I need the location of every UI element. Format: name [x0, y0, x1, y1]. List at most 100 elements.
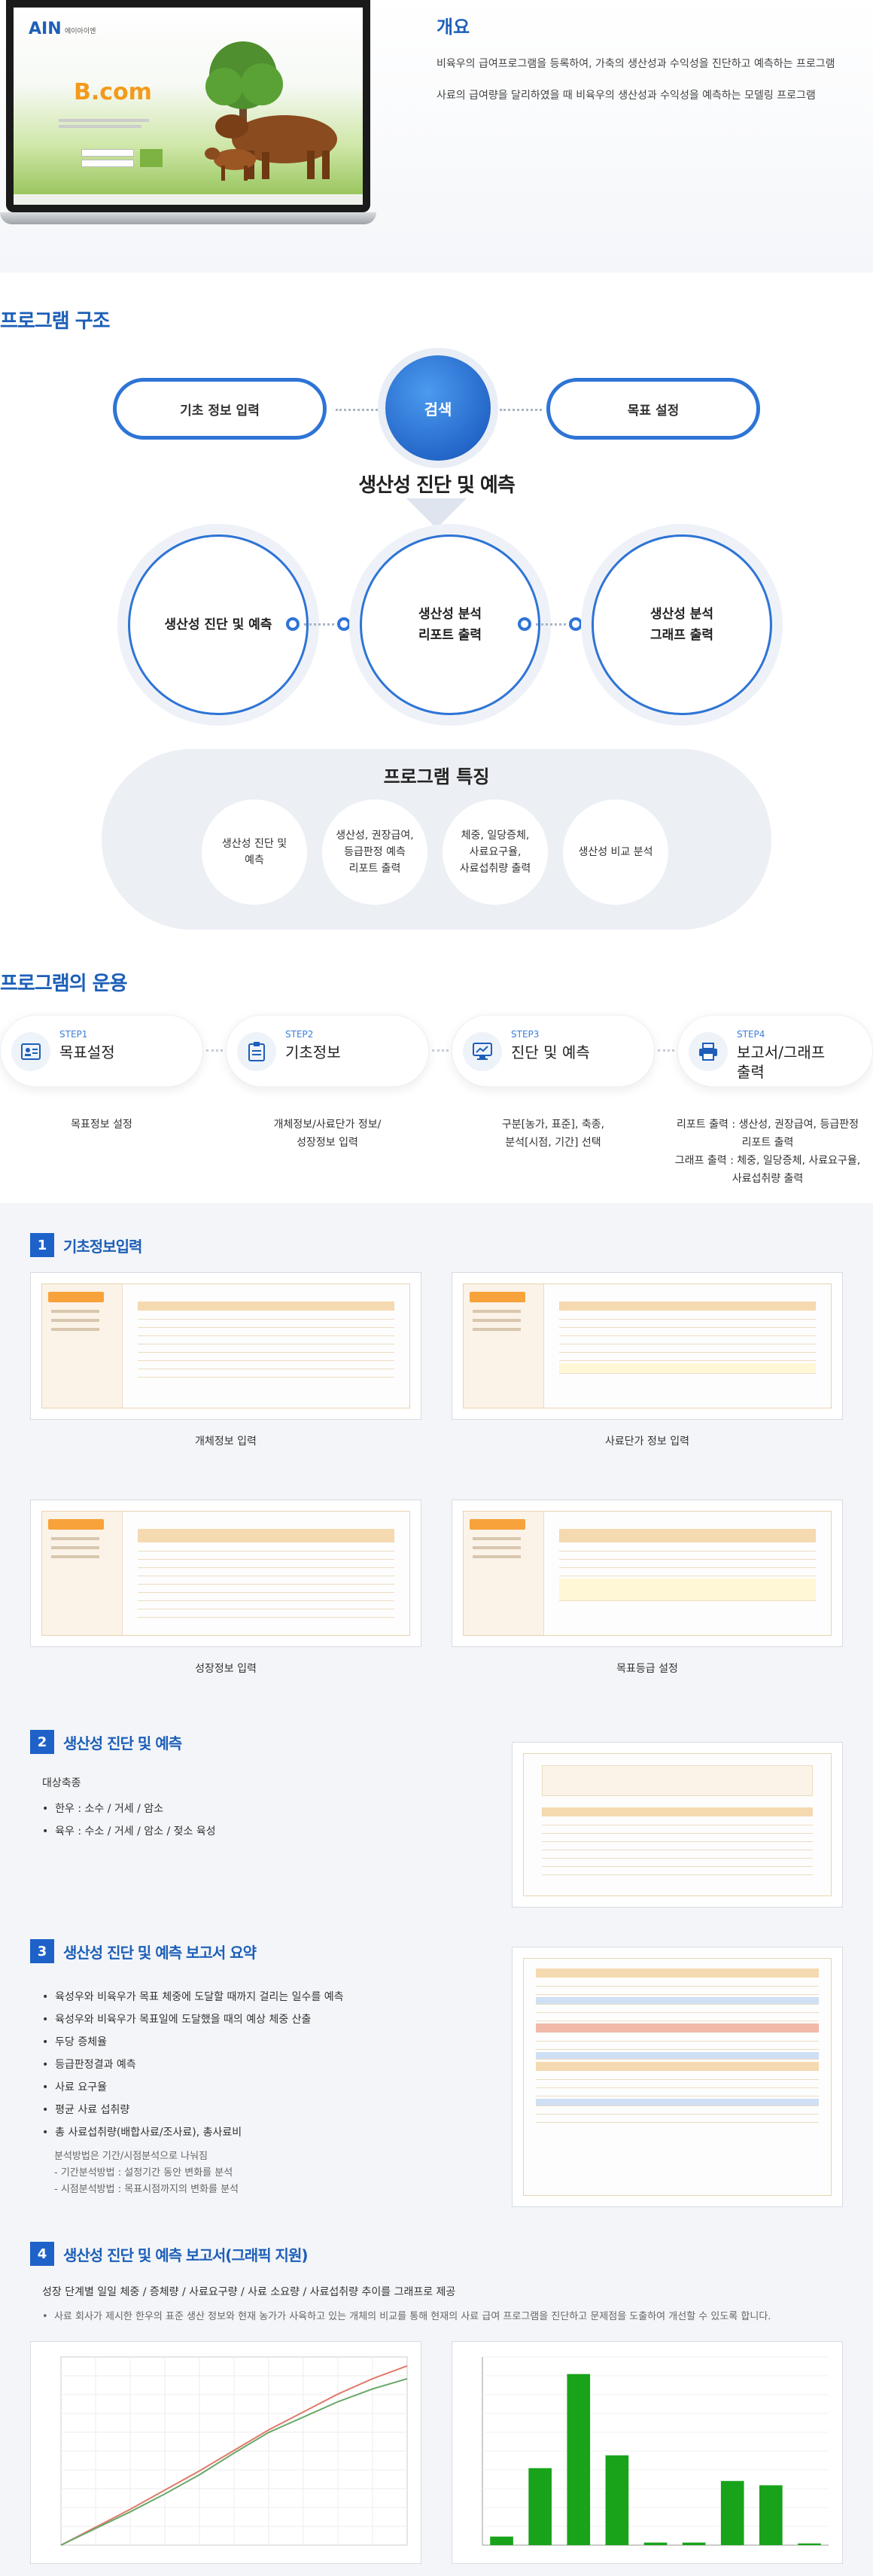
step-connector-dots: [432, 1049, 449, 1052]
summary-item: • 등급판정결과 예측: [42, 2059, 136, 2071]
mini-sidebar: [42, 1284, 123, 1408]
summary-text: 두당 증체율: [55, 2036, 108, 2048]
species-item-1: • 한우 : 소수 / 거세 / 암소: [42, 1803, 164, 1815]
mini-rows: [558, 1301, 817, 1376]
mini-rows: [558, 1528, 817, 1603]
mini-rows: [542, 1807, 813, 1877]
summary-text: 평균 사료 섭취량: [55, 2104, 130, 2116]
mini-sidebar: [464, 1284, 545, 1408]
bar: [643, 2542, 668, 2545]
screen-login-button: [140, 149, 163, 167]
bar-chart: [482, 2356, 829, 2546]
laptop-base: [0, 212, 376, 224]
summary-item: • 두당 증체율: [42, 2036, 108, 2048]
search-circle: 검색: [385, 355, 491, 461]
overview-title: 개요: [436, 17, 470, 38]
step-1-number: STEP1: [59, 1029, 88, 1040]
graph-subtitle: 성장 단계별 일일 체중 / 증체량 / 사료요구량 / 사료 소요량 / 사료…: [42, 2286, 456, 2298]
id-card-icon: [11, 1032, 50, 1071]
mini-report-window: [523, 1958, 832, 2196]
summary-text: 총 사료섭취량(배합사료/조사료), 총사료비: [55, 2127, 242, 2139]
step-2-box: STEP2 기초정보: [226, 1015, 429, 1087]
report-output-circle: 생산성 분석 리포트 출력: [360, 534, 540, 715]
step-3-box: STEP3 진단 및 예측: [452, 1015, 655, 1087]
section-1-number: 1: [30, 1233, 54, 1257]
line-chart-panel: [30, 2341, 421, 2564]
mini-table-window: [41, 1511, 410, 1636]
diagnosis-circle: 생산성 진단 및 예측: [128, 534, 309, 715]
screen-footer: [14, 194, 363, 205]
feature-circle-1: 생산성 진단 및 예측: [202, 799, 307, 905]
species-text-2: 육우 : 수소 / 거세 / 암소 / 젖소 육성: [55, 1825, 216, 1838]
basic-info-pill: 기초 정보 입력: [113, 378, 327, 440]
section-2-header: 2 생산성 진단 및 예측: [30, 1730, 182, 1754]
step-3-name: 진단 및 예측: [511, 1043, 590, 1061]
mini-sidebar: [464, 1512, 545, 1635]
step-2-description: 개체정보/사료단가 정보/ 성장정보 입력: [273, 1119, 382, 1149]
overview-paragraph-1: 비육우의 급여프로그램을 등록하여, 가축의 생산성과 수익성을 진단하고 예측…: [436, 58, 835, 70]
printer-icon: [689, 1032, 728, 1071]
summary-item: • 육성우와 비육우가 목표일에 도달했을 때의 예상 체중 산출: [42, 2014, 312, 2026]
mini-rows: [137, 1528, 395, 1620]
step-2-number: STEP2: [285, 1029, 314, 1040]
screen-brand: B.com: [74, 79, 152, 105]
detail-section: 1 기초정보입력 개체정보 입력 사료단가 정보 입력 성장정보 입력 목표등급…: [0, 1203, 873, 2576]
target-species-label: 대상축종: [42, 1777, 81, 1789]
goal-grade-screenshot: [452, 1500, 843, 1647]
section-3-title: 생산성 진단 및 예측 보고서 요약: [63, 1943, 257, 1962]
mini-search-window: [523, 1753, 832, 1896]
feature-circle-3: 체중, 일당증체, 사료요구율, 사료섭취량 출력: [443, 799, 548, 905]
caption-growth-info: 성장정보 입력: [195, 1663, 257, 1675]
calf-illustration: [205, 148, 256, 181]
species-item-2: • 육우 : 수소 / 거세 / 암소 / 젖소 육성: [42, 1825, 216, 1838]
production-title: 생산성 진단 및 예측: [358, 474, 516, 497]
section-3-header: 3 생산성 진단 및 예측 보고서 요약: [30, 1939, 257, 1963]
overview-paragraph-2: 사료의 급여량을 달리하였을 때 비육우의 생산성과 수익성을 예측하는 모델링…: [436, 90, 816, 102]
program-structure-section: 프로그램 구조 기초 정보 입력 검색 목표 설정 생산성 진단 및 예측 생산…: [0, 273, 873, 958]
report-summary-list: • 육성우와 비육우가 목표 체중에 도달할 때까지 걸리는 일수를 예측 • …: [42, 1986, 494, 2198]
login-screen-preview: AIN 에이아이엔 B.com: [14, 8, 363, 205]
connector-dot: [337, 617, 351, 631]
summary-text: 사료 요구율: [55, 2081, 108, 2093]
species-text-1: 한우 : 소수 / 거세 / 암소: [55, 1803, 164, 1815]
feed-price-screenshot: [452, 1272, 843, 1420]
report-summary-screenshot: [512, 1947, 843, 2207]
section-3-number: 3: [30, 1939, 54, 1963]
overview-section: AIN 에이아이엔 B.com 개요 비육우의 급여프로그램을 등록하여, 가축…: [0, 0, 873, 273]
mini-rows: [536, 1968, 819, 2125]
bar: [759, 2485, 783, 2545]
screen-text-line: [59, 119, 149, 122]
structure-heading: 프로그램 구조: [0, 310, 111, 333]
summary-text: 육성우와 비육우가 목표일에 도달했을 때의 예상 체중 산출: [55, 2014, 312, 2026]
step-4-description: 리포트 출력 : 생산성, 권장급여, 등급판정 리포트 출력 그래프 출력 :…: [674, 1119, 861, 1185]
monitor-icon: [463, 1032, 502, 1071]
screen-id-input: [81, 149, 134, 157]
caption-feed-price: 사료단가 정보 입력: [605, 1436, 689, 1448]
clipboard-icon: [237, 1032, 276, 1071]
connector-dots: [336, 409, 378, 411]
connector-dot: [569, 617, 583, 631]
summary-item: • 사료 요구율: [42, 2081, 108, 2093]
bar-chart-panel: [452, 2341, 843, 2564]
step-1-description: 목표정보 설정: [71, 1119, 132, 1131]
goal-setting-pill: 목표 설정: [546, 378, 760, 440]
mini-rows: [137, 1301, 395, 1380]
step-4-name: 보고서/그래프 출력: [737, 1043, 826, 1081]
program-operation-section: 프로그램의 운용 STEP1 목표설정 STEP2 기초정보 STEP3 진단 …: [0, 958, 873, 1203]
connector-dot: [286, 617, 300, 631]
summary-text: 육성우와 비육우가 목표 체중에 도달할 때까지 걸리는 일수를 예측: [55, 1991, 344, 2003]
bar: [798, 2543, 821, 2545]
step-2-name: 기초정보: [285, 1043, 341, 1061]
graph-output-circle: 생산성 분석 그래프 출력: [592, 534, 772, 715]
section-1-header: 1 기초정보입력: [30, 1233, 142, 1257]
arrow-down-icon: [406, 498, 467, 528]
section-4-number: 4: [30, 2242, 54, 2266]
mini-table-window: [41, 1283, 410, 1408]
step-1-name: 목표설정: [59, 1043, 115, 1061]
screen-logo-sub: 에이아이엔: [65, 28, 96, 35]
connector-dots: [536, 623, 566, 626]
operation-heading: 프로그램의 운용: [0, 973, 127, 995]
feature-circle-2: 생산성, 권장급여, 등급판정 예측 리포트 출력: [322, 799, 427, 905]
growth-info-screenshot: [30, 1500, 421, 1647]
section-2-title: 생산성 진단 및 예측: [63, 1734, 182, 1752]
